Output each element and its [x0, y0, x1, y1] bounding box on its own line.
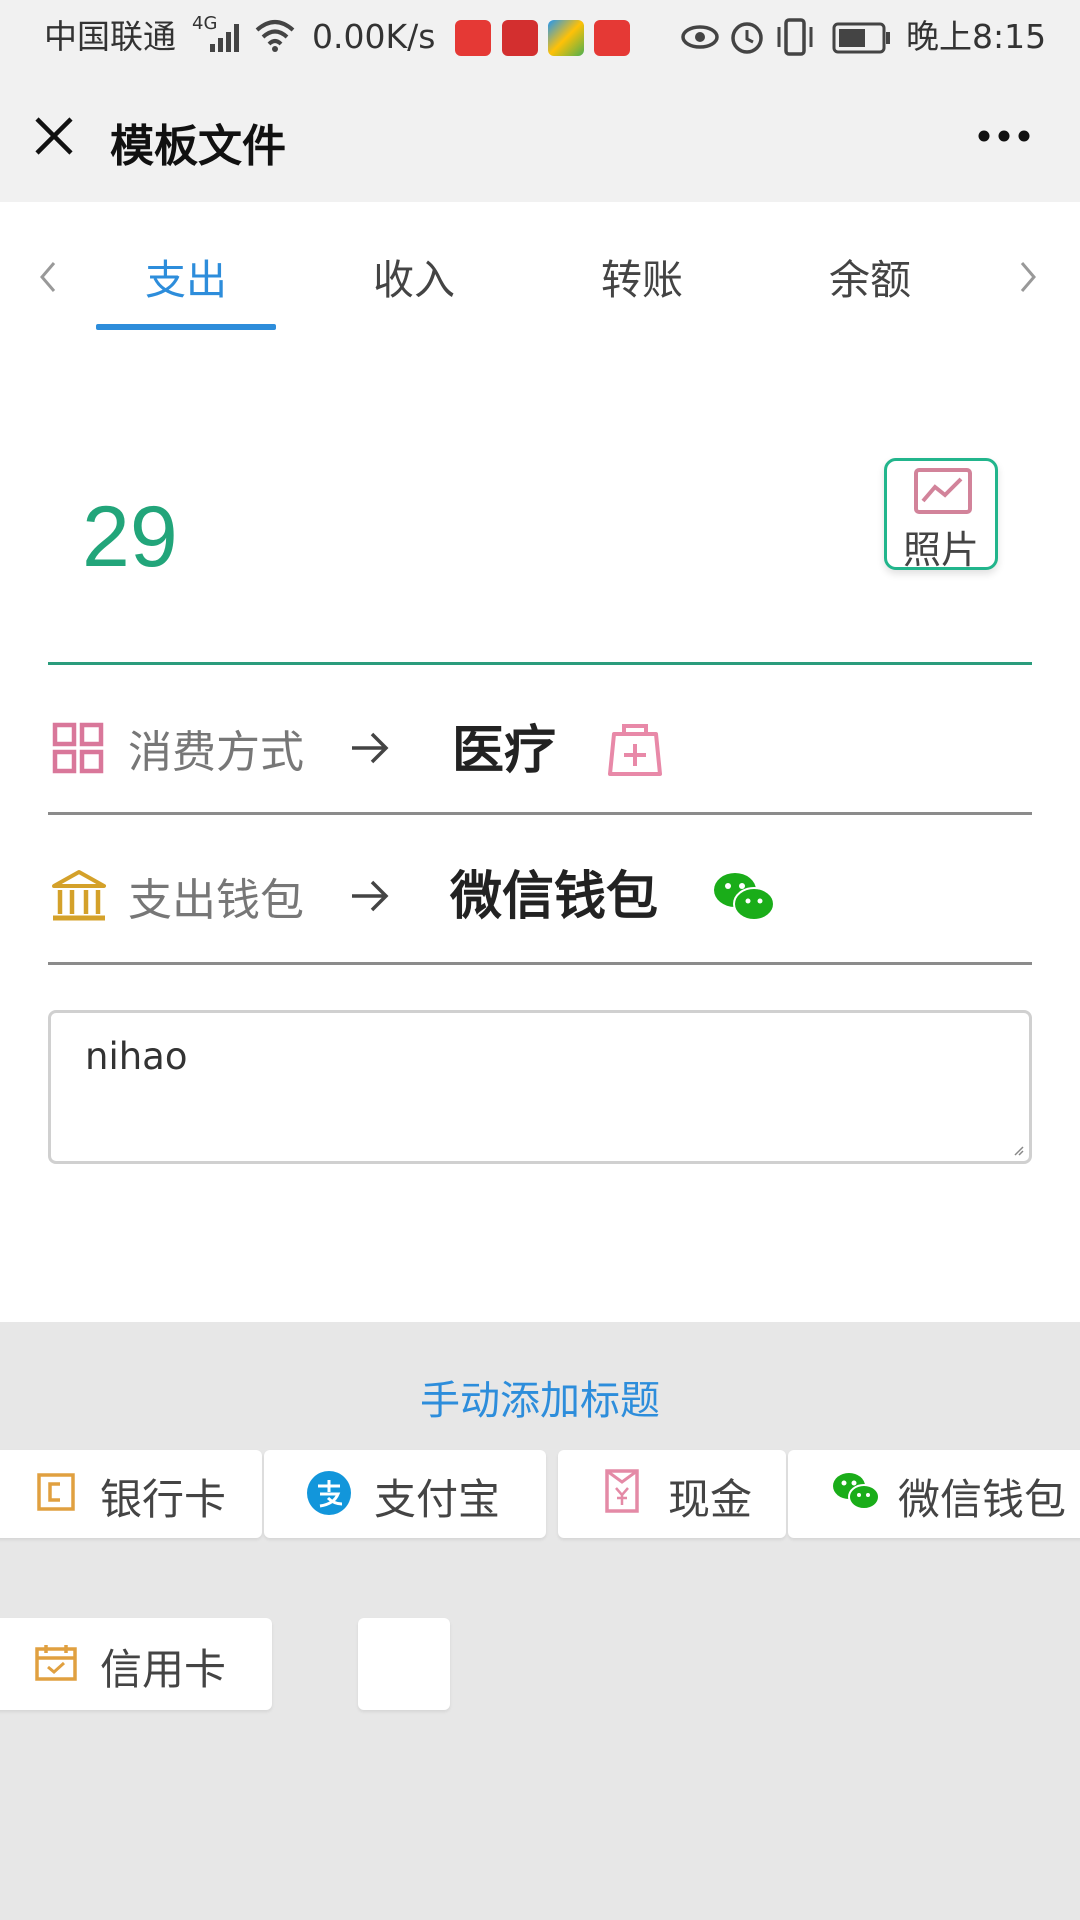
cash-icon [605, 1469, 639, 1513]
resize-handle-icon[interactable] [1013, 1145, 1025, 1157]
wallet-option-label: 银行卡 [100, 1475, 227, 1524]
wallet-value: 微信钱包 [450, 867, 659, 927]
signal-icon [210, 24, 239, 52]
photo-button[interactable]: 照片 [884, 458, 998, 572]
wallet-option-label: 微信钱包 [898, 1475, 1067, 1524]
note-textarea[interactable]: nihao [48, 1010, 1032, 1164]
reader-app-icon [502, 20, 538, 56]
add-title-link[interactable]: 手动添加标题 [0, 1368, 1080, 1426]
wallet-option-label: 信用卡 [100, 1645, 227, 1694]
nav-bar: 模板文件 [0, 76, 1080, 202]
wallet-option-label: 现金 [668, 1475, 753, 1524]
arrow-right-icon [352, 880, 389, 912]
huawei-app-icon [594, 20, 630, 56]
eye-icon [681, 25, 719, 49]
note-text: nihao [85, 1035, 188, 1078]
alipay-icon [307, 1471, 351, 1515]
chevron-right-icon[interactable] [1018, 260, 1038, 294]
chart-image-icon [914, 468, 972, 514]
amount-input[interactable]: 29 [82, 488, 178, 587]
network-speed: 0.00K/s [312, 17, 436, 56]
vibrate-icon [777, 18, 813, 56]
divider [48, 812, 1032, 815]
category-label: 消费方式 [128, 727, 304, 778]
entry-form: 29 照片 消费方式 医疗 支出钱包 微信钱包 nihao [0, 330, 1080, 1322]
category-value: 医疗 [452, 721, 557, 781]
wechat-icon [714, 873, 775, 921]
grid-icon [52, 722, 104, 774]
page-title: 模板文件 [110, 121, 286, 172]
wallet-option-cash[interactable]: 现金 [558, 1450, 786, 1538]
wallet-option-wechat[interactable]: 微信钱包 [788, 1450, 1080, 1538]
tab-income[interactable]: 收入 [373, 246, 455, 306]
wifi-icon [255, 20, 295, 52]
carrier-name: 中国联通 [44, 17, 176, 56]
close-icon[interactable] [34, 116, 74, 156]
wallet-picker: 手动添加标题 银行卡 支付宝 现金 微信钱包 信用卡 [0, 1322, 1080, 1920]
wallet-label: 支出钱包 [128, 875, 304, 926]
tab-balance[interactable]: 余额 [829, 246, 911, 306]
map-app-icon [548, 20, 584, 56]
add-wallet-slot[interactable] [358, 1618, 450, 1710]
clock: 晚上8:15 [906, 17, 1047, 56]
battery-icon [832, 22, 890, 54]
amount-underline [48, 662, 1032, 665]
divider [48, 962, 1032, 965]
status-bar: 中国联通 4G 0.00K/s 晚上8:15 [0, 0, 1080, 76]
netease-music-icon [455, 20, 491, 56]
photo-label: 照片 [902, 528, 979, 572]
wallet-option-alipay[interactable]: 支付宝 [264, 1450, 546, 1538]
wallet-card-icon [37, 1473, 75, 1511]
chevron-left-icon[interactable] [38, 260, 58, 294]
wallet-option-credit-card[interactable]: 信用卡 [0, 1618, 272, 1710]
tab-expense[interactable]: 支出 [145, 246, 227, 306]
more-menu-icon[interactable] [976, 128, 1032, 144]
wallet-option-bank-card[interactable]: 银行卡 [0, 1450, 262, 1538]
credit-card-icon [35, 1645, 77, 1681]
tab-bar: 支出 收入 转账 余额 [0, 202, 1080, 332]
wallet-row[interactable]: 支出钱包 微信钱包 [0, 858, 1080, 958]
wallet-option-label: 支付宝 [374, 1475, 501, 1524]
wechat-icon [833, 1473, 880, 1510]
category-row[interactable]: 消费方式 医疗 [0, 710, 1080, 810]
bank-icon [52, 870, 106, 921]
arrow-right-icon [352, 732, 389, 764]
medical-kit-icon [608, 724, 662, 776]
tab-transfer[interactable]: 转账 [601, 246, 683, 306]
alarm-icon [731, 22, 763, 54]
